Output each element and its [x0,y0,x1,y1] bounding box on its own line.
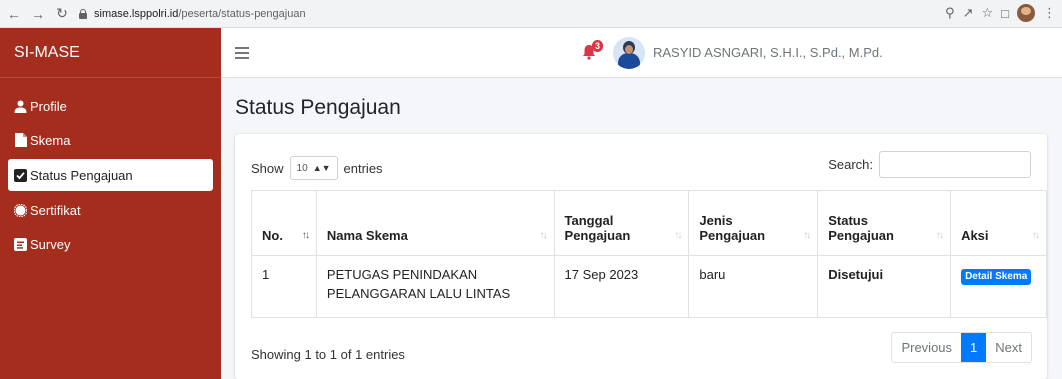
main-content: Status Pengajuan Show 10 ▲▼ entries Sear… [221,78,1062,379]
entries-per-page-value: 10 [296,162,308,174]
sort-icon: ↑↓ [1032,230,1040,241]
pagination: Previous 1 Next [891,332,1032,363]
back-arrow-icon[interactable]: ← [4,4,24,24]
status-text: Disetujui [828,267,884,282]
pagination-page-1[interactable]: 1 [961,333,987,362]
sidebar-item-status-pengajuan[interactable]: Status Pengajuan [8,159,213,191]
sidepanel-icon[interactable]: □ [1001,6,1009,21]
cell-aksi: Detail Skema [950,255,1047,318]
hamburger-menu-icon[interactable] [235,46,249,59]
sort-asc-icon: ↑↓ [301,230,310,241]
sidebar-item-survey[interactable]: Survey [0,227,221,261]
sidebar-item-label: Status Pengajuan [30,167,133,183]
column-header-tanggal-pengajuan[interactable]: Tanggal Pengajuan ↑↓ [553,190,690,256]
length-control: Show 10 ▲▼ entries [251,156,383,180]
search-label: Search: [828,157,873,172]
sidebar-item-label: Survey [30,236,71,252]
sidebar-item-skema[interactable]: Skema [0,123,221,157]
zoom-icon[interactable]: ⚲ [945,5,955,21]
column-header-status-pengajuan[interactable]: Status Pengajuan ↑↓ [817,190,952,256]
column-header-aksi[interactable]: Aksi ↑↓ [950,190,1047,256]
checkbox-icon [14,168,27,182]
certificate-icon [14,203,27,217]
avatar[interactable] [613,37,645,69]
profile-avatar-icon[interactable] [1017,4,1035,22]
column-header-no[interactable]: No. ↑↓ [251,190,317,256]
sidebar-menu: Profile Skema Status Pengajuan Sertifika… [0,78,221,261]
page-title: Status Pengajuan [235,96,401,119]
sidebar-item-profile[interactable]: Profile [0,89,221,123]
sort-icon: ↑↓ [936,230,944,241]
status-table: No. ↑↓ Nama Skema ↑↓ Tanggal Pengajuan ↑↓ Je… [251,190,1047,318]
column-header-nama-skema[interactable]: Nama Skema ↑↓ [315,190,555,256]
reload-icon[interactable]: ↻ [52,4,72,24]
cell-no: 1 [251,255,317,318]
url-host: simase.lsppolri.id [94,7,179,20]
cell-status: Disetujui [817,255,952,318]
forward-arrow-icon[interactable]: → [28,4,48,24]
file-icon [14,133,27,147]
lock-icon [78,8,88,19]
notification-button[interactable]: 3 [581,40,603,60]
url-path: /peserta/status-pengajuan [178,7,306,20]
column-header-jenis-pengajuan[interactable]: Jenis Pengajuan ↑↓ [688,190,819,256]
sidebar-item-label: Skema [30,132,71,148]
table-header-row: No. ↑↓ Nama Skema ↑↓ Tanggal Pengajuan ↑↓ Je… [251,190,1047,256]
sidebar-item-sertifikat[interactable]: Sertifikat [0,193,221,227]
pagination-previous[interactable]: Previous [892,333,961,362]
sort-icon: ↑↓ [539,230,548,241]
datatable-controls: Show 10 ▲▼ entries Search: [251,150,1047,180]
table-row: 1 PETUGAS PENINDAKAN PELANGGARAN LALU LIN… [251,255,1047,318]
detail-skema-button[interactable]: Detail Skema [961,269,1032,285]
cell-tanggal: 17 Sep 2023 [553,255,690,318]
table-info: Showing 1 to 1 of 1 entries [251,347,405,362]
length-label-pre: Show [251,160,284,176]
user-name[interactable]: RASYID ASNGARI, S.H.I., S.Pd., M.Pd. [653,45,883,60]
search-input[interactable] [879,151,1031,178]
brand-logo[interactable]: SI-MASE [0,28,221,78]
sort-icon: ↑↓ [674,230,682,241]
search-control: Search: [828,151,1031,178]
share-icon[interactable]: ↗ [963,5,974,21]
menu-kebab-icon[interactable]: ⋮ [1043,5,1056,21]
sidebar-item-label: Sertifikat [30,202,81,218]
star-icon[interactable]: ☆ [981,5,993,21]
table-card: Show 10 ▲▼ entries Search: No. ↑↓ Nama Sk… [235,134,1047,379]
pagination-next[interactable]: Next [986,333,1031,362]
sort-icon: ↑↓ [803,230,811,241]
survey-icon [14,237,27,251]
cell-jenis: baru [688,255,819,318]
notification-badge: 3 [591,40,603,52]
browser-toolbar: ← → ↻ simase.lsppolri.id/peserta/status-… [0,0,1062,28]
address-bar[interactable]: simase.lsppolri.id/peserta/status-pengaj… [78,4,1038,24]
length-label-post: entries [343,160,383,176]
top-navbar: 3 RASYID ASNGARI, S.H.I., S.Pd., M.Pd. [221,28,1062,78]
user-icon [14,100,27,113]
select-arrows-icon: ▲▼ [312,163,331,173]
sidebar: SI-MASE Profile Skema Status Pengajuan S… [0,28,221,379]
sidebar-item-label: Profile [30,98,67,114]
cell-nama-skema: PETUGAS PENINDAKAN PELANGGARAN LALU LINTA… [315,255,555,318]
entries-per-page-select[interactable]: 10 ▲▼ [289,156,338,180]
